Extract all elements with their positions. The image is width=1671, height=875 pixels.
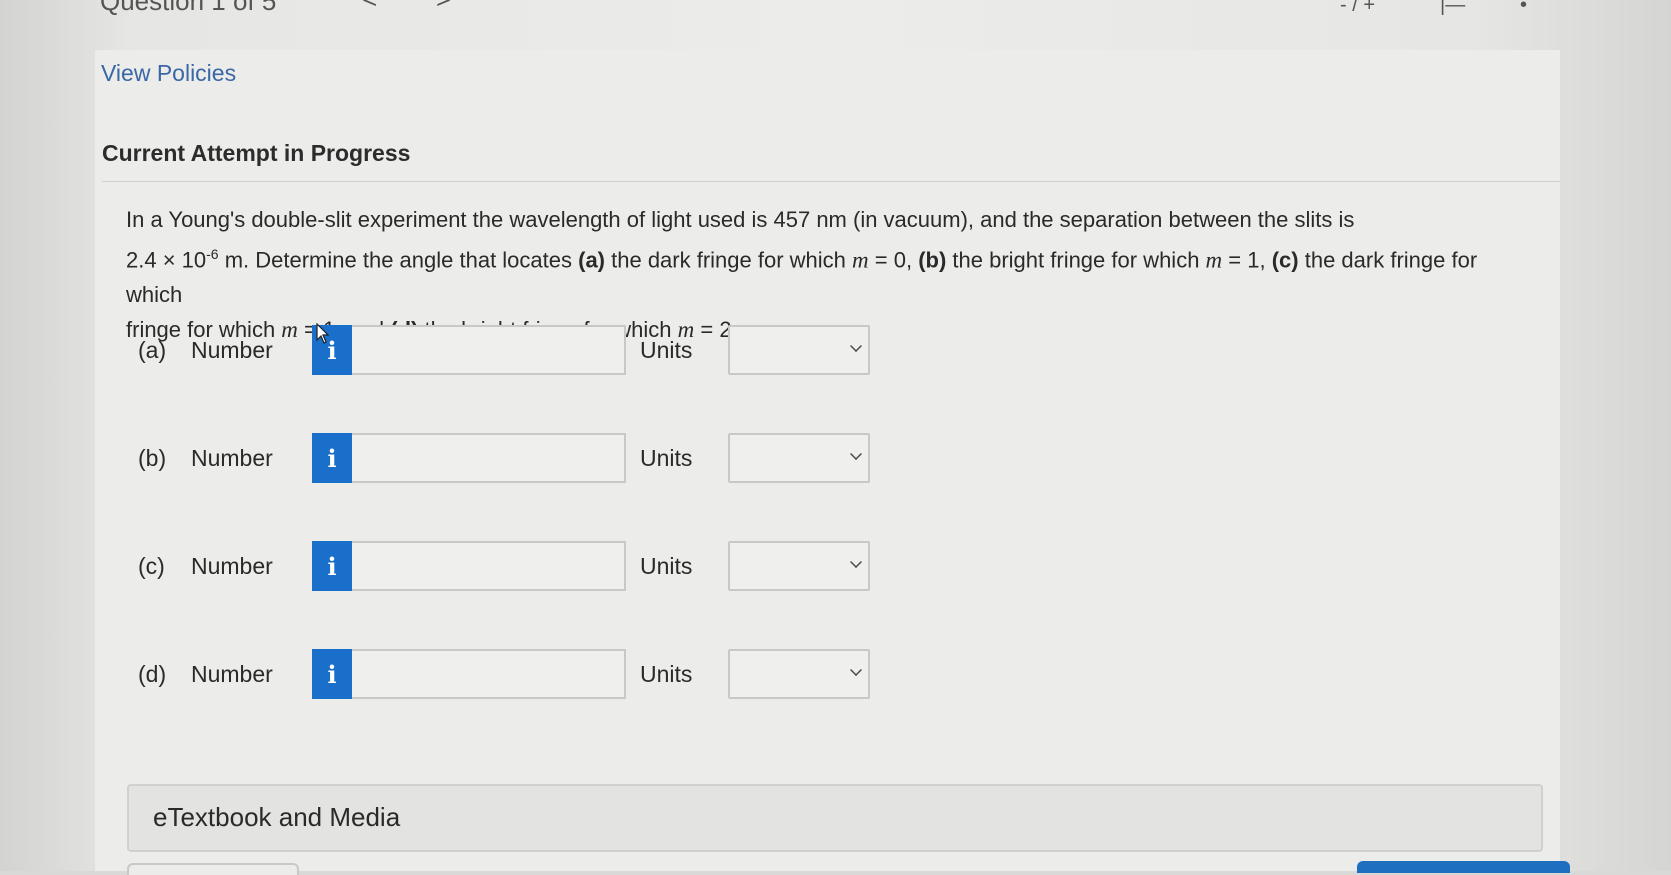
view-policies-link[interactable]: View Policies xyxy=(101,60,236,87)
answer-letter: (d) xyxy=(138,661,167,687)
slit-separation-exponent: -6 xyxy=(206,246,219,262)
number-input-b[interactable] xyxy=(352,433,626,483)
answer-letter: (c) xyxy=(138,553,165,579)
question-counter: Question 1 of 5 xyxy=(100,0,277,16)
question-text-part: = 0, xyxy=(868,247,919,273)
info-icon[interactable]: i xyxy=(312,649,352,699)
answer-row-b: (b) Number i Units xyxy=(138,433,878,483)
units-label: Units xyxy=(640,445,693,471)
etextbook-label: eTextbook and Media xyxy=(153,802,401,832)
number-label: Number xyxy=(191,661,273,687)
number-label: Number xyxy=(191,445,273,471)
number-input-a[interactable] xyxy=(352,325,626,375)
chevron-down-icon xyxy=(850,448,862,460)
info-icon[interactable]: i xyxy=(312,433,352,483)
question-intro: In a Young's double-slit experiment the … xyxy=(126,207,1355,232)
question-text-part: = 1, xyxy=(1222,247,1272,273)
units-label: Units xyxy=(640,337,693,363)
number-input-d[interactable] xyxy=(352,649,626,699)
mouse-cursor-icon xyxy=(316,323,330,344)
info-icon[interactable]: i xyxy=(312,541,352,591)
question-header: Question 1 of 5 xyxy=(100,0,276,17)
units-label: Units xyxy=(640,661,693,687)
next-question-icon[interactable]: > xyxy=(436,0,451,15)
answer-row-a: (a) Number i Units xyxy=(138,325,878,375)
part-b-label: (b) xyxy=(918,247,947,273)
answer-row-d: (d) Number i Units xyxy=(138,649,878,699)
chevron-down-icon xyxy=(850,556,862,568)
divider xyxy=(102,181,1560,182)
toolbar-icon[interactable]: - / + xyxy=(1340,0,1375,17)
secondary-button[interactable] xyxy=(127,863,299,875)
variable-m: m xyxy=(1205,247,1223,273)
units-select-b[interactable] xyxy=(728,433,870,483)
toolbar-icon[interactable]: |— xyxy=(1440,0,1465,17)
question-text-part: the bright fringe for which xyxy=(946,247,1206,273)
number-label: Number xyxy=(191,553,273,579)
chevron-down-icon xyxy=(850,664,862,676)
etextbook-media-panel[interactable]: eTextbook and Media xyxy=(127,784,1543,852)
answer-letter: (b) xyxy=(138,445,167,471)
part-a-label: (a) xyxy=(578,247,606,273)
question-text-part: the dark fringe for which xyxy=(605,247,853,273)
primary-button[interactable] xyxy=(1357,861,1570,873)
units-select-d[interactable] xyxy=(728,649,870,699)
prev-question-icon[interactable]: < xyxy=(362,0,377,15)
question-text-part: m. Determine the angle that locates xyxy=(218,247,579,273)
answer-letter: (a) xyxy=(138,337,167,363)
units-select-a[interactable] xyxy=(728,325,870,375)
answer-row-c: (c) Number i Units xyxy=(138,541,878,591)
variable-m: m xyxy=(852,247,869,273)
number-label: Number xyxy=(191,337,273,363)
units-label: Units xyxy=(640,553,693,579)
attempt-status: Current Attempt in Progress xyxy=(102,140,411,166)
slit-separation-value: 2.4 × 10 xyxy=(126,247,207,273)
number-input-c[interactable] xyxy=(352,541,626,591)
part-c-label: (c) xyxy=(1271,247,1299,273)
more-icon[interactable]: • xyxy=(1520,0,1527,17)
chevron-down-icon xyxy=(850,340,862,352)
units-select-c[interactable] xyxy=(728,541,870,591)
